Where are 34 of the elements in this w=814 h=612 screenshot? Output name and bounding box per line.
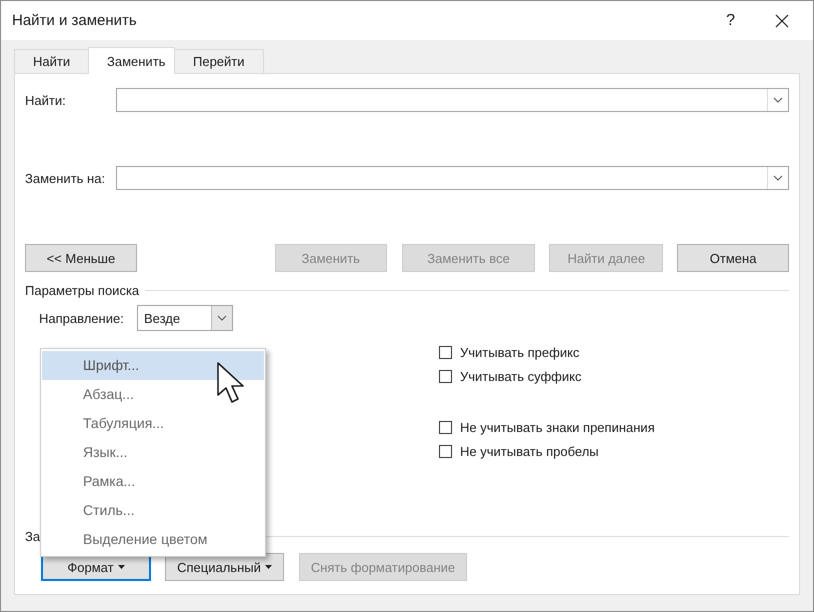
menu-item[interactable]: Язык... <box>42 438 264 467</box>
close-icon[interactable] <box>775 14 789 28</box>
checkbox-label: Учитывать префикс <box>460 344 580 360</box>
menu-item[interactable]: Табуляция... <box>42 409 264 438</box>
section-title: Параметры поиска <box>25 282 140 298</box>
checkbox[interactable] <box>439 346 452 358</box>
menu-item[interactable]: Стиль... <box>42 496 264 525</box>
field-label: Заменить на: <box>25 170 106 186</box>
chevron-down-icon[interactable] <box>773 175 783 181</box>
checkbox-label: Не учитывать знаки препинания <box>460 420 655 434</box>
section-title: За <box>25 528 40 544</box>
tab[interactable]: Перейти <box>174 49 264 73</box>
combo-field[interactable] <box>116 166 789 190</box>
checkbox-label: Не учитывать пробелы <box>460 444 599 458</box>
menu-item[interactable]: Шрифт... <box>42 351 264 380</box>
chevron-down-icon[interactable] <box>773 97 783 103</box>
chevron-down-icon[interactable] <box>217 315 227 321</box>
checkbox-label: Учитывать суффикс <box>460 368 582 384</box>
checkbox[interactable] <box>439 370 452 382</box>
checkbox[interactable] <box>439 444 452 458</box>
direction-dropdown[interactable]: Везде <box>137 305 233 331</box>
tab[interactable]: Заменить <box>88 47 175 74</box>
tab[interactable]: Найти <box>14 49 89 73</box>
menu-item[interactable]: Выделение цветом <box>42 525 264 554</box>
checkbox[interactable] <box>439 420 452 434</box>
window-title: Найти и заменить <box>12 12 138 29</box>
direction-label: Направление: <box>39 310 125 326</box>
combo-field[interactable] <box>116 88 789 112</box>
button[interactable]: Отмена <box>677 244 790 272</box>
help-button[interactable]: ? <box>726 12 735 30</box>
menu-item[interactable]: Рамка... <box>42 467 264 496</box>
button[interactable]: << Меньше <box>25 244 137 272</box>
field-label: Найти: <box>25 92 67 108</box>
menu-item[interactable]: Абзац... <box>42 380 264 409</box>
